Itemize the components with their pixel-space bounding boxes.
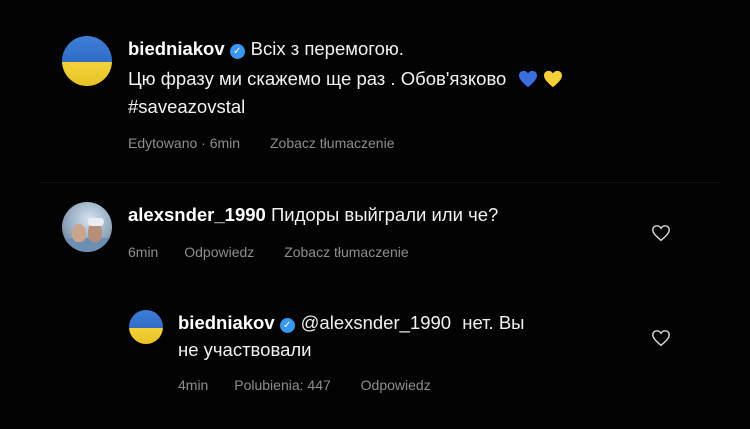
username[interactable]: biedniakov	[178, 312, 275, 333]
heart-outline-icon[interactable]	[651, 329, 671, 347]
photo-person	[72, 224, 86, 242]
comment-3-meta: 4min Polubienia: 447 Odpowiedz	[178, 377, 431, 393]
timestamp: 6min	[128, 244, 159, 260]
comment-text: Всіх з перемогою.	[250, 38, 404, 59]
comment-1-line-1: biedniakov ✓ Всіх з перемогою.	[128, 38, 404, 60]
divider	[40, 182, 720, 183]
comment-1-meta: Edytowano · 6min Zobacz tłumaczenie	[128, 135, 395, 151]
hashtag-link[interactable]: #saveazovstal	[128, 96, 245, 117]
flag-yellow-stripe	[129, 327, 163, 344]
verified-badge-icon: ✓	[279, 318, 295, 333]
translate-link[interactable]: Zobacz tłumaczenie	[284, 244, 409, 260]
comment-1-line-2: Цю фразу ми скажемо ще раз . Обов'язково	[128, 68, 563, 90]
meta-separator: ·	[201, 135, 206, 151]
username[interactable]: alexsnder_1990	[128, 204, 266, 225]
photo-background	[62, 238, 112, 252]
comment-text: Пидоры выйграли или че?	[270, 204, 499, 225]
flag-yellow-stripe	[62, 62, 112, 86]
mention-link[interactable]: @alexsnder_1990	[301, 312, 451, 333]
timestamp: 4min	[178, 377, 209, 393]
comments-screen: biedniakov ✓ Всіх з перемогою. Цю фразу ми…	[0, 0, 750, 429]
timestamp: 6min	[209, 135, 241, 151]
comment-text: Цю фразу ми скажемо ще раз . Обов'язково	[128, 68, 507, 89]
reply-button[interactable]: Odpowiedz	[361, 377, 431, 393]
username[interactable]: biedniakov	[128, 38, 225, 59]
comment-2-line-1: alexsnder_1990 Пидоры выйграли или че?	[128, 204, 498, 226]
comment-3-line-1: biedniakov ✓ @alexsnder_1990 нет. Вы	[178, 312, 524, 334]
yellow-heart-emoji	[543, 70, 562, 88]
comment-3-line-2: не участвовали	[178, 339, 312, 361]
reply-button[interactable]: Odpowiedz	[184, 244, 254, 260]
heart-outline-icon[interactable]	[651, 224, 671, 242]
photo-detail	[88, 218, 104, 226]
flag-blue-stripe	[129, 310, 163, 328]
verified-badge-icon: ✓	[229, 44, 245, 59]
likes-count-link[interactable]: Polubienia: 447	[234, 377, 331, 393]
comment-2-meta: 6min Odpowiedz Zobacz tłumaczenie	[128, 244, 409, 260]
translate-link[interactable]: Zobacz tłumaczenie	[270, 135, 395, 151]
avatar-alexsnder[interactable]	[62, 202, 112, 252]
blue-heart-emoji	[518, 70, 537, 88]
edited-label: Edytowano	[128, 135, 198, 151]
comment-text: нет. Вы	[462, 312, 525, 333]
avatar-biedniakov-reply[interactable]	[129, 310, 163, 344]
avatar-biedniakov[interactable]	[62, 36, 112, 86]
comment-1-line-3: #saveazovstal	[128, 96, 245, 118]
flag-blue-stripe	[62, 36, 112, 62]
comment-text: не участвовали	[178, 339, 312, 360]
